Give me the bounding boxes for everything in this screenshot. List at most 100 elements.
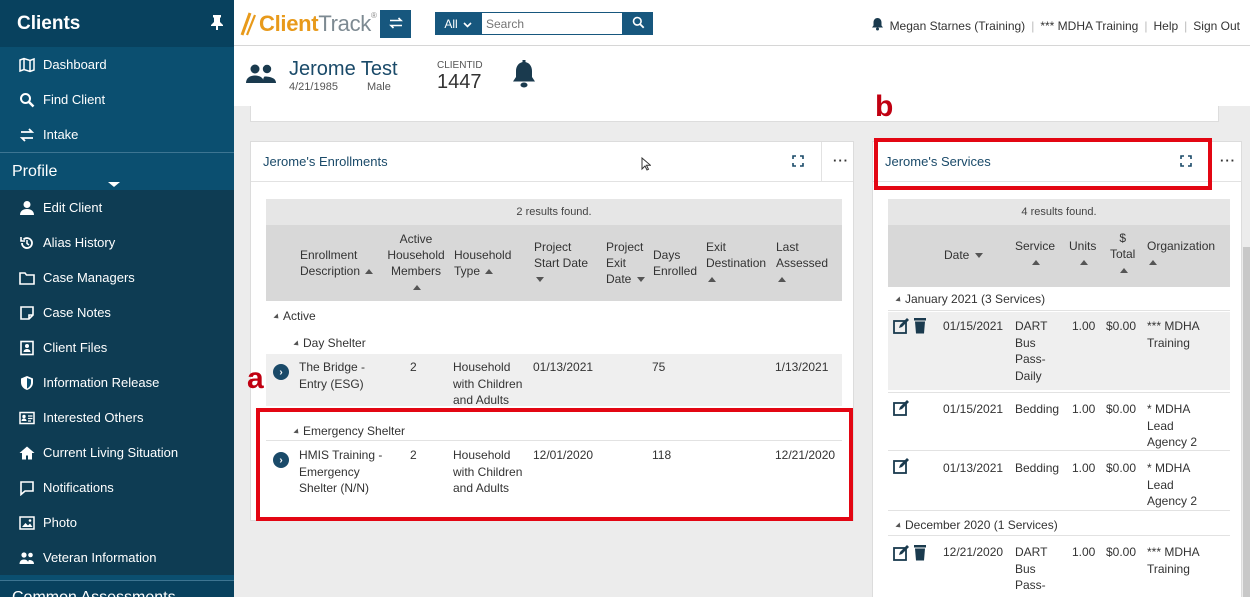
sidebar-section-profile[interactable]: Profile: [0, 152, 234, 190]
sidebar-item-find-client[interactable]: Find Client: [0, 82, 234, 117]
col-household-type[interactable]: Household Type: [454, 247, 518, 279]
sidebar-item-label: Edit Client: [43, 200, 103, 215]
sidebar-item-case-managers[interactable]: Case Managers: [0, 260, 234, 295]
project-start-date: 01/13/2021: [533, 360, 594, 374]
sidebar-item-notifications[interactable]: Notifications: [0, 470, 234, 505]
scrollbar[interactable]: [1243, 247, 1250, 597]
divider: [821, 142, 822, 182]
search-icon: [18, 92, 36, 108]
pin-icon[interactable]: [210, 14, 224, 34]
enrollments-panel-header: Jerome's Enrollments ···: [251, 142, 853, 182]
trash-icon[interactable]: [913, 317, 927, 337]
services-table: 4 results found. Date Service Units $ Tot…: [888, 199, 1230, 287]
search-scope-label: All: [444, 16, 458, 31]
user-links: Megan Starnes (Training) | *** MDHA Trai…: [871, 17, 1240, 34]
service-organization: * MDHA Lead Agency 2: [1147, 402, 1198, 449]
sidebar-header: Clients: [0, 0, 234, 47]
more-options-icon[interactable]: ···: [1220, 153, 1236, 168]
group-december-2020[interactable]: December 2020 (1 Services): [895, 518, 1058, 532]
service-units: 1.00: [1072, 461, 1096, 475]
sign-out-link[interactable]: Sign Out: [1193, 19, 1240, 33]
mouse-cursor-icon: [641, 156, 652, 174]
service-organization: *** MDHA Training: [1147, 319, 1200, 350]
enrollment-description[interactable]: The Bridge - Entry (ESG): [299, 359, 373, 392]
col-organization[interactable]: Organization: [1147, 238, 1215, 270]
search-scope-select[interactable]: All: [435, 12, 481, 35]
sidebar-item-label: Client Files: [43, 340, 108, 355]
file-icon: [18, 340, 36, 356]
client-header: Jerome Test 4/21/1985 Male CLIENTID 1447: [234, 46, 1250, 106]
more-options-icon[interactable]: ···: [833, 153, 849, 168]
col-total[interactable]: $ Total: [1110, 230, 1135, 278]
org-link[interactable]: *** MDHA Training: [1040, 19, 1138, 33]
help-link[interactable]: Help: [1153, 19, 1178, 33]
sidebar-item-label: Interested Others: [43, 410, 144, 425]
switch-context-button[interactable]: [380, 10, 411, 38]
trash-icon[interactable]: [913, 544, 927, 564]
row-divider: [888, 310, 1230, 311]
sidebar-item-intake[interactable]: Intake: [0, 117, 234, 152]
enrollments-panel-title[interactable]: Jerome's Enrollments: [263, 154, 388, 169]
chevron-down-icon: [108, 182, 120, 187]
collapsed-panel-strip: [250, 106, 1219, 122]
sidebar-section-common-assessments[interactable]: Common Assessments: [0, 580, 234, 597]
edit-icon[interactable]: [893, 318, 909, 337]
message-icon: [18, 480, 36, 496]
sidebar-item-veteran-information[interactable]: Veteran Information: [0, 540, 234, 575]
group-january-2021[interactable]: January 2021 (3 Services): [895, 292, 1045, 306]
sidebar-item-interested-others[interactable]: Interested Others: [0, 400, 234, 435]
sidebar-item-information-release[interactable]: Information Release: [0, 365, 234, 400]
sidebar: Clients Dashboard Find Client Intake Pro…: [0, 0, 234, 597]
user-name-link[interactable]: Megan Starnes (Training): [890, 19, 1026, 33]
map-icon: [18, 57, 36, 73]
col-days-enrolled[interactable]: Days Enrolled: [653, 247, 699, 279]
household-members: 2: [410, 360, 417, 374]
separator: |: [1144, 18, 1148, 33]
col-last-assessed[interactable]: Last Assessed: [776, 239, 836, 287]
service-total: $0.00: [1106, 461, 1137, 475]
col-exit-destination[interactable]: Exit Destination: [706, 239, 766, 287]
col-units[interactable]: Units: [1069, 238, 1096, 270]
col-project-start-date[interactable]: Project Start Date: [534, 239, 594, 287]
sidebar-item-label: Case Notes: [43, 305, 111, 320]
enrollments-table: 2 results found. Enrollment Description …: [266, 199, 842, 301]
service-total: $0.00: [1106, 545, 1137, 559]
open-enrollment-button[interactable]: ›: [273, 364, 289, 380]
search-icon: [632, 16, 645, 32]
note-icon: [18, 305, 36, 321]
service-units: 1.00: [1072, 319, 1096, 333]
col-date[interactable]: Date: [944, 247, 983, 263]
search-button[interactable]: [623, 12, 653, 35]
profile-menu: Edit Client Alias History Case Managers …: [0, 190, 234, 575]
history-icon: [18, 235, 36, 251]
col-enrollment-description[interactable]: Enrollment Description: [300, 247, 380, 279]
service-units: 1.00: [1072, 545, 1096, 559]
edit-icon[interactable]: [893, 400, 909, 419]
client-id-value: 1447: [437, 71, 482, 93]
clienttrack-logo[interactable]: ClientTrack®: [240, 10, 377, 38]
expand-icon[interactable]: [792, 155, 804, 167]
bell-icon[interactable]: [871, 17, 884, 34]
sidebar-item-photo[interactable]: Photo: [0, 505, 234, 540]
subgroup-day-shelter[interactable]: Day Shelter: [293, 336, 366, 350]
users-icon: [246, 64, 276, 87]
bell-icon[interactable]: [511, 60, 537, 93]
sidebar-item-dashboard[interactable]: Dashboard: [0, 47, 234, 82]
sidebar-item-client-files[interactable]: Client Files: [0, 330, 234, 365]
search-input[interactable]: [481, 12, 623, 35]
group-active[interactable]: Active: [273, 309, 316, 323]
col-service[interactable]: Service: [1015, 238, 1055, 270]
sidebar-item-alias-history[interactable]: Alias History: [0, 225, 234, 260]
sidebar-item-edit-client[interactable]: Edit Client: [0, 190, 234, 225]
sidebar-item-current-living-situation[interactable]: Current Living Situation: [0, 435, 234, 470]
row-divider: [888, 510, 1230, 511]
edit-icon[interactable]: [893, 545, 909, 564]
edit-icon[interactable]: [893, 458, 909, 477]
sidebar-item-case-notes[interactable]: Case Notes: [0, 295, 234, 330]
col-active-household-members[interactable]: Active Household Members: [386, 231, 446, 295]
sidebar-item-label: Veteran Information: [43, 550, 157, 565]
table-header: Date Service Units $ Total Organization: [888, 225, 1230, 287]
row-divider: [888, 450, 1230, 451]
service-organization: *** MDHA Training: [1147, 545, 1200, 576]
col-project-exit-date[interactable]: Project Exit Date: [606, 239, 650, 287]
